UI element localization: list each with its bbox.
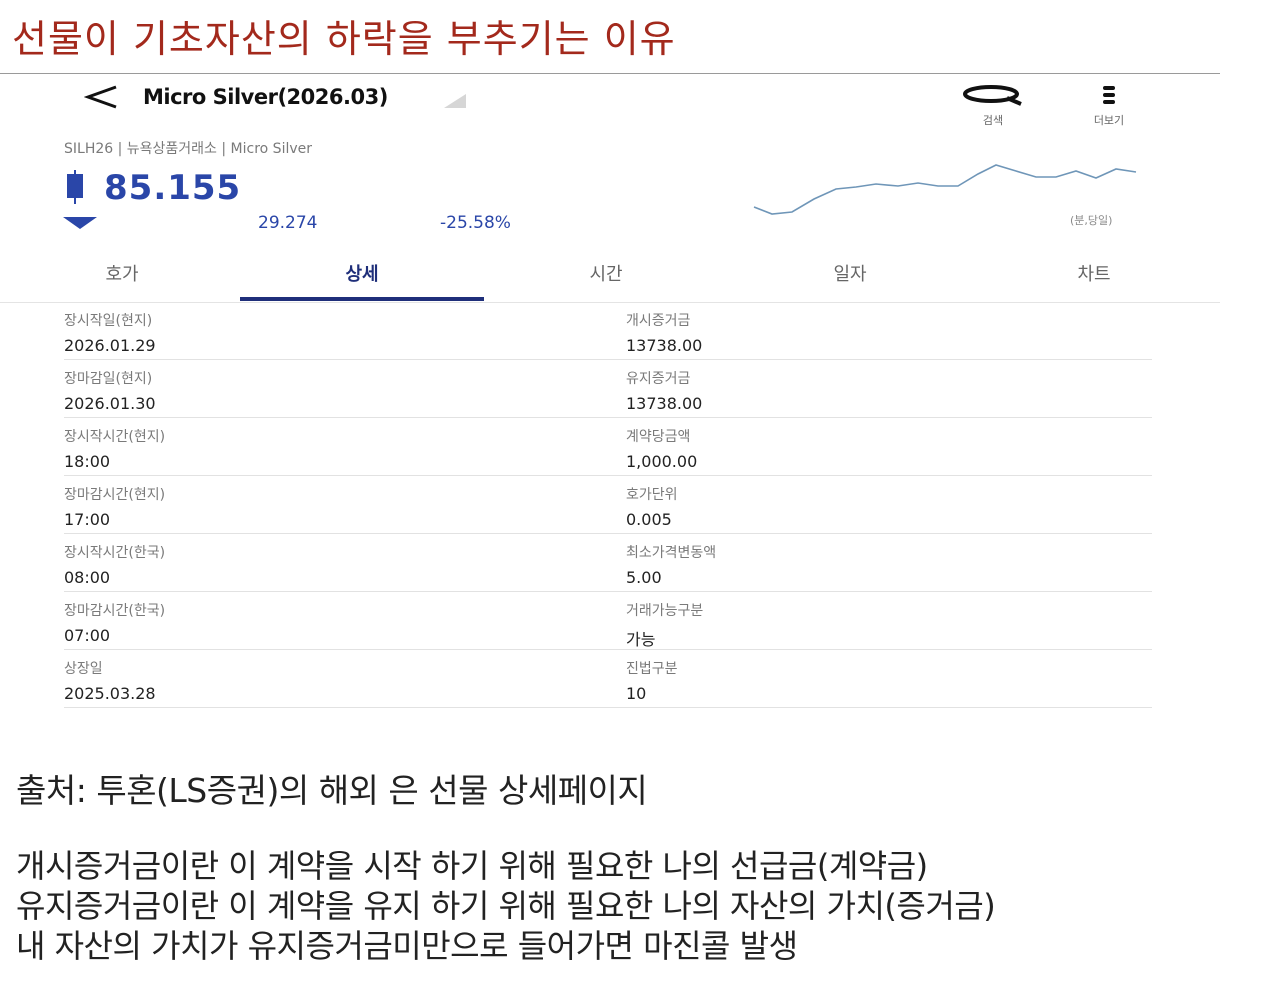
tab-daily[interactable]: 일자 <box>728 252 972 302</box>
detail-value: 2026.01.29 <box>64 336 156 355</box>
detail-label: 최소가격변동액 <box>626 545 717 561</box>
more-label: 더보기 <box>1093 114 1125 127</box>
tab-detail[interactable]: 상세 <box>240 252 484 302</box>
candle-icon <box>67 170 83 204</box>
detail-label: 장시작일(현지) <box>64 313 153 329</box>
detail-label: 장마감시간(한국) <box>64 603 166 619</box>
search-label: 검색 <box>982 114 1004 127</box>
detail-value: 2025.03.28 <box>64 684 156 703</box>
detail-label: 유지증거금 <box>626 371 691 387</box>
detail-value: 가능 <box>626 630 656 649</box>
detail-value: 13738.00 <box>626 336 703 355</box>
back-button[interactable] <box>83 82 120 114</box>
detail-tabs: 호가 상세 시간 일자 차트 <box>0 252 1220 303</box>
detail-label: 계약당금액 <box>626 429 691 445</box>
tab-hoga[interactable]: 호가 <box>0 252 244 302</box>
note-line: 개시증거금이란 이 계약을 시작 하기 위해 필요한 나의 선급금(계약금) <box>16 847 928 885</box>
detail-label: 진법구분 <box>626 661 678 677</box>
instrument-subinfo: SILH26 | 뉴욕상품거래소 | Micro Silver <box>64 141 313 157</box>
current-price: 85.155 <box>104 168 242 208</box>
detail-value: 0.005 <box>626 510 672 529</box>
title-divider <box>0 73 1220 74</box>
detail-row: 장마감시간(한국) 07:00 거래가능구분가능 <box>64 592 1152 650</box>
detail-value: 5.00 <box>626 568 662 587</box>
detail-value: 07:00 <box>64 626 111 645</box>
tab-time[interactable]: 시간 <box>484 252 728 302</box>
slide-title: 선물이 기초자산의 하락을 부추기는 이유 <box>12 17 676 61</box>
detail-value: 08:00 <box>64 568 111 587</box>
detail-value: 13738.00 <box>626 394 703 413</box>
search-button[interactable]: 검색 <box>960 84 1026 128</box>
chevron-left-icon <box>83 85 117 109</box>
detail-label: 장시작시간(한국) <box>64 545 166 561</box>
tab-chart[interactable]: 차트 <box>972 252 1216 302</box>
active-tab-indicator <box>240 297 484 301</box>
search-icon <box>963 85 1022 106</box>
note-line: 내 자산의 가치가 유지증거금미만으로 들어가면 마진콜 발생 <box>16 927 798 965</box>
down-arrow-icon <box>63 217 97 229</box>
sparkline-series <box>753 164 1137 215</box>
detail-value: 1,000.00 <box>626 452 698 471</box>
detail-label: 장마감시간(현지) <box>64 487 166 503</box>
detail-grid: 장시작일(현지) 2026.01.29 개시증거금 13738.00 장마감일(현지… <box>64 302 1152 708</box>
detail-label: 장마감일(현지) <box>64 371 153 387</box>
dropdown-indicator-icon[interactable] <box>444 94 466 108</box>
detail-label: 개시증거금 <box>626 313 691 329</box>
detail-row: 장마감일(현지) 2026.01.30 유지증거금 13738.00 <box>64 360 1152 418</box>
source-caption: 출처: 투혼(LS증권)의 해외 은 선물 상세페이지 <box>16 771 648 810</box>
detail-row: 장시작시간(한국) 08:00 최소가격변동액 5.00 <box>64 534 1152 592</box>
more-vertical-icon <box>1103 86 1115 104</box>
detail-value: 10 <box>626 684 647 703</box>
detail-label: 호가단위 <box>626 487 678 503</box>
price-change-percent: -25.58% <box>440 213 511 233</box>
detail-value: 17:00 <box>64 510 111 529</box>
chart-unit-label: (분,당일) <box>1070 214 1113 227</box>
detail-label: 거래가능구분 <box>626 603 704 619</box>
detail-row: 장시작일(현지) 2026.01.29 개시증거금 13738.00 <box>64 302 1152 360</box>
detail-label: 상장일 <box>64 661 103 677</box>
price-change: 29.274 <box>258 213 318 233</box>
detail-row: 장시작시간(현지) 18:00 계약당금액 1,000.00 <box>64 418 1152 476</box>
detail-row: 상장일 2025.03.28 진법구분 10 <box>64 650 1152 708</box>
detail-row: 장마감시간(현지) 17:00 호가단위 0.005 <box>64 476 1152 534</box>
detail-value: 18:00 <box>64 452 111 471</box>
detail-label: 장시작시간(현지) <box>64 429 166 445</box>
note-line: 유지증거금이란 이 계약을 유지 하기 위해 필요한 나의 자산의 가치(증거금… <box>16 887 996 925</box>
explanation-notes: 개시증거금이란 이 계약을 시작 하기 위해 필요한 나의 선급금(계약금) 유… <box>16 846 996 966</box>
more-button[interactable]: 더보기 <box>1080 84 1138 128</box>
instrument-title[interactable]: Micro Silver(2026.03) <box>143 85 388 109</box>
detail-value: 2026.01.30 <box>64 394 156 413</box>
